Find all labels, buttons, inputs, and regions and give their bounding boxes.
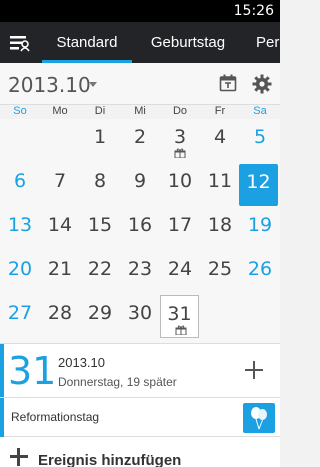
day-number: 8 xyxy=(93,170,107,192)
event-type-button[interactable] xyxy=(243,403,275,433)
day-cell-5[interactable]: 5 xyxy=(240,119,280,162)
day-cell-21[interactable]: 21 xyxy=(40,251,80,294)
day-cell-31[interactable]: 31 xyxy=(160,295,199,338)
day-number: 14 xyxy=(47,214,73,236)
tab-standard[interactable]: Standard xyxy=(42,22,132,63)
event-item[interactable]: Reformationstag xyxy=(0,397,280,438)
day-number: 9 xyxy=(133,170,147,192)
day-number: 5 xyxy=(253,126,267,148)
day-cell-3[interactable]: 3 xyxy=(160,119,200,162)
month-title[interactable]: 2013.10 xyxy=(8,73,91,97)
day-cell-12[interactable]: 12 xyxy=(239,164,278,206)
day-cell-22[interactable]: 22 xyxy=(80,251,120,294)
day-cell-14[interactable]: 14 xyxy=(40,207,80,250)
day-cell-11[interactable]: 11 xyxy=(200,163,240,206)
day-cell-24[interactable]: 24 xyxy=(160,251,200,294)
day-number: 1 xyxy=(93,126,107,148)
day-number: 13 xyxy=(7,214,33,236)
today-calendar-icon[interactable] xyxy=(219,74,237,92)
settings-gear-icon[interactable] xyxy=(252,74,272,94)
calendar-header: 2013.10 xyxy=(0,63,280,105)
day-cell-19[interactable]: 19 xyxy=(240,207,280,250)
day-cell-28[interactable]: 28 xyxy=(40,295,80,338)
day-number: 30 xyxy=(127,302,153,324)
day-cell-30[interactable]: 30 xyxy=(120,295,160,338)
status-bar: 15:26 xyxy=(0,0,280,22)
tab-bar: Standard Geburtstag Peri xyxy=(0,22,280,63)
add-event-row[interactable]: Ereignis hinzufügen xyxy=(0,437,280,467)
day-cell-25[interactable]: 25 xyxy=(200,251,240,294)
day-number: 25 xyxy=(207,258,233,280)
day-number: 7 xyxy=(53,170,67,192)
selected-day-number: 31 xyxy=(8,349,57,393)
day-cell-8[interactable]: 8 xyxy=(80,163,120,206)
day-number: 23 xyxy=(127,258,153,280)
dropdown-icon[interactable] xyxy=(89,82,97,87)
day-cell-17[interactable]: 17 xyxy=(160,207,200,250)
day-number: 17 xyxy=(167,214,193,236)
weekday-label: Mo xyxy=(52,105,68,117)
day-number: 28 xyxy=(47,302,73,324)
day-number: 19 xyxy=(247,214,273,236)
day-number: 12 xyxy=(246,171,271,193)
status-time: 15:26 xyxy=(233,3,274,19)
menu-icon xyxy=(10,35,30,51)
add-icon[interactable] xyxy=(243,359,265,381)
day-cell-2[interactable]: 2 xyxy=(120,119,160,162)
weekday-label: Do xyxy=(172,105,188,117)
tab-geburtstag[interactable]: Geburtstag xyxy=(140,22,236,63)
day-number: 20 xyxy=(7,258,33,280)
plus-icon xyxy=(10,448,28,466)
day-cell-18[interactable]: 18 xyxy=(200,207,240,250)
day-number: 3 xyxy=(173,126,187,148)
day-number: 16 xyxy=(127,214,153,236)
weekday-label: Mi xyxy=(134,105,146,117)
selected-day-panel: 31 2013.10 Donnerstag, 19 später xyxy=(0,343,280,398)
day-cell-9[interactable]: 9 xyxy=(120,163,160,206)
day-cell-29[interactable]: 29 xyxy=(80,295,120,338)
day-cell-7[interactable]: 7 xyxy=(40,163,80,206)
weekday-label: Di xyxy=(94,105,106,117)
selected-day-subtitle: Donnerstag, 19 später xyxy=(58,375,177,389)
day-cell-10[interactable]: 10 xyxy=(160,163,200,206)
gift-icon xyxy=(175,325,187,335)
day-number: 10 xyxy=(167,170,193,192)
day-cell-26[interactable]: 26 xyxy=(240,251,280,294)
day-cell-16[interactable]: 16 xyxy=(120,207,160,250)
weekday-label: Fr xyxy=(214,105,226,117)
weekday-header: So Mo Di Mi Do Fr Sa xyxy=(0,105,280,119)
day-number: 21 xyxy=(47,258,73,280)
balloons-icon xyxy=(251,407,267,430)
day-number: 4 xyxy=(213,126,227,148)
day-number: 2 xyxy=(133,126,147,148)
calendar-grid: 1 2 3 4 5 6 7 8 9 10 11 12 13 14 15 16 17 18 19 20 21 22 23 24 2… xyxy=(0,119,280,343)
day-number: 22 xyxy=(87,258,113,280)
add-event-label: Ereignis hinzufügen xyxy=(38,452,182,467)
day-cell-23[interactable]: 23 xyxy=(120,251,160,294)
day-number: 18 xyxy=(207,214,233,236)
day-cell-27[interactable]: 27 xyxy=(0,295,40,338)
gift-icon xyxy=(174,148,186,158)
day-cell-15[interactable]: 15 xyxy=(80,207,120,250)
weekday-label: So xyxy=(13,105,27,117)
day-cell-13[interactable]: 13 xyxy=(0,207,40,250)
day-number: 15 xyxy=(87,214,113,236)
day-number: 29 xyxy=(87,302,113,324)
day-cell-20[interactable]: 20 xyxy=(0,251,40,294)
day-cell-4[interactable]: 4 xyxy=(200,119,240,162)
event-title: Reformationstag xyxy=(11,410,100,424)
tab-peri[interactable]: Peri xyxy=(248,22,280,63)
day-number: 31 xyxy=(167,303,192,325)
day-number: 27 xyxy=(7,302,33,324)
day-number: 24 xyxy=(167,258,193,280)
day-number: 26 xyxy=(247,258,273,280)
selected-month: 2013.10 xyxy=(58,355,105,370)
day-number: 6 xyxy=(13,170,27,192)
weekday-label: Sa xyxy=(253,105,267,117)
day-cell-6[interactable]: 6 xyxy=(0,163,40,206)
menu-button[interactable] xyxy=(0,22,40,63)
day-number: 11 xyxy=(207,170,233,192)
day-cell-1[interactable]: 1 xyxy=(80,119,120,162)
